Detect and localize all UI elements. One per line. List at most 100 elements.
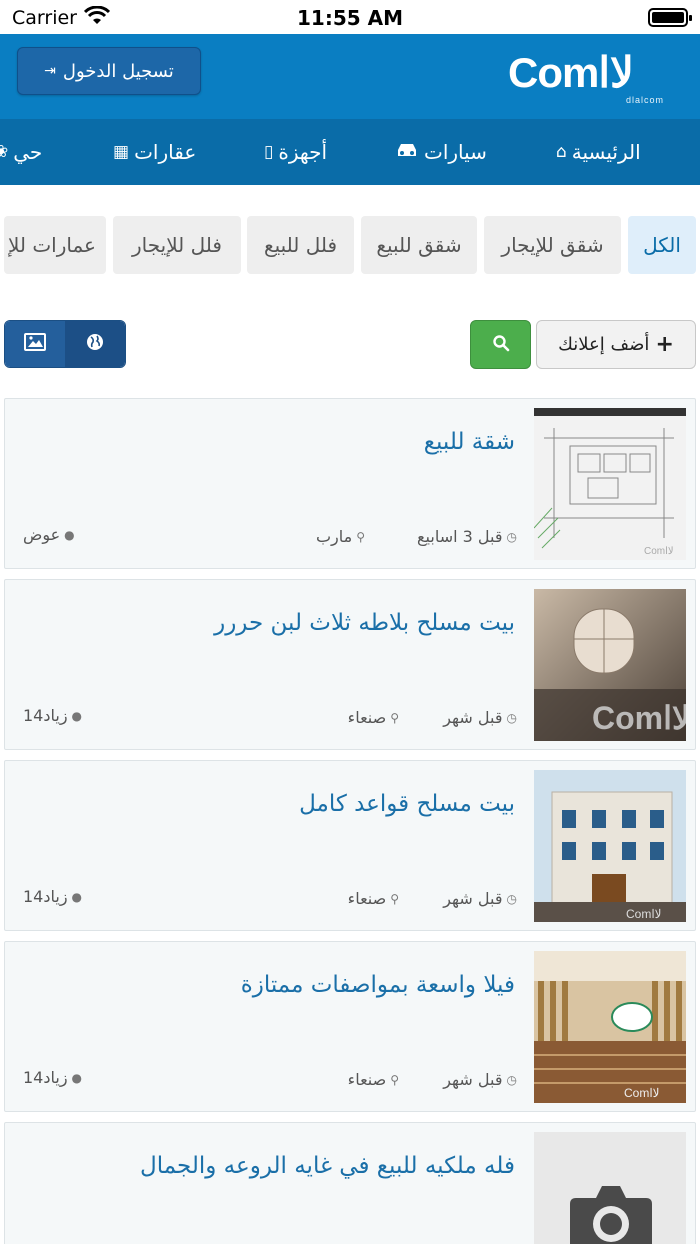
home-icon: ⌂ [556,142,567,162]
camera-icon [534,1132,686,1244]
listing-thumbnail[interactable]: Comلاا [534,408,686,560]
gallery-view-button[interactable] [5,321,65,367]
user-label: زياد14 [23,887,68,906]
listing-location: صنعاء ⚲ [348,1070,399,1089]
chip-label: فلل للبيع [263,233,338,257]
listing-user: زياد14 ● [23,1068,82,1087]
category-chip-villas-rent[interactable]: فلل للإيجار [113,216,241,274]
nav-item-label: أجهزة [278,140,328,164]
chip-label: فلل للإيجار [132,233,222,257]
map-marker-icon: ⚲ [356,529,365,544]
listing-title[interactable]: بيت مسلح قواعد كامل [299,791,515,817]
map-view-button[interactable] [65,321,125,367]
chip-label: عمارات للإ [7,233,96,257]
listing-time: قبل 3 اسابيع ◷ [417,527,517,546]
mobile-icon: ▯ [264,142,274,162]
listing-user: عوض ● [23,525,75,544]
category-chip-villas-sale[interactable]: فلل للبيع [247,216,354,274]
listing-location: صنعاء ⚲ [348,708,399,727]
logo-subtext: dlalcom [625,95,664,105]
nav-item-animals[interactable]: ❀ حي [0,119,42,185]
nav-item-label: الرئيسية [571,140,641,164]
listing-user: زياد14 ● [23,706,82,725]
image-icon [24,333,46,355]
chip-label: شقق للبيع [376,233,462,257]
add-listing-button[interactable]: أضف إعلانك + [536,320,696,369]
globe-icon [86,333,104,355]
listing-card[interactable]: Comلاا شقة للبيع قبل 3 اسابيع ◷ مارب ⚲ ع… [4,398,696,569]
paw-icon: ❀ [0,142,9,162]
time-label: قبل شهر [443,708,503,727]
clock-icon: ◷ [506,891,517,906]
login-button[interactable]: ⇥ تسجيل الدخول [17,47,201,95]
user-icon: ● [71,708,83,723]
clock-icon: ◷ [506,1072,517,1087]
listing-thumbnail[interactable]: Comلاا [534,589,686,741]
nav-item-label: عقارات [134,140,197,164]
user-label: زياد14 [23,1068,68,1087]
listing-time: قبل شهر ◷ [443,1070,517,1089]
add-listing-label: أضف إعلانك [558,334,650,355]
search-button[interactable] [470,320,531,369]
map-marker-icon: ⚲ [390,1072,399,1087]
listing-time: قبل شهر ◷ [443,889,517,908]
category-chip-apartments-sale[interactable]: شقق للبيع [361,216,477,274]
listing-card[interactable]: فله ملكيه للبيع في غايه الروعه والجمال [4,1122,696,1244]
listing-card[interactable]: Comلاا بيت مسلح بلاطه ثلاث لبن حررر قبل … [4,579,696,750]
location-label: صنعاء [347,1070,387,1089]
logo-text: Comلاا [508,49,635,96]
nav-item-label: حي [13,140,43,164]
location-label: صنعاء [347,708,387,727]
listing-card[interactable]: Comلاا فيلا واسعة بمواصفات ممتازة قبل شه… [4,941,696,1112]
nav-item-devices[interactable]: ▯ أجهزة [264,119,327,185]
listing-thumbnail[interactable]: Comلاا [534,770,686,922]
chip-label: الكل [643,233,681,257]
listing-location: مارب ⚲ [316,527,365,546]
search-icon [492,334,510,356]
chip-label: شقق للإيجار [501,233,604,257]
svg-text:Comلاا: Comلاا [624,1086,660,1100]
sign-in-icon: ⇥ [44,63,56,79]
listing-location: صنعاء ⚲ [348,889,399,908]
user-icon: ● [71,1070,83,1085]
clock-label: 11:55 AM [296,6,403,30]
listing-title[interactable]: شقة للبيع [424,429,515,455]
listing-time: قبل شهر ◷ [443,708,517,727]
user-icon: ● [71,889,83,904]
login-label: تسجيل الدخول [62,60,174,82]
location-label: صنعاء [347,889,387,908]
nav-item-realestate[interactable]: ▦ عقارات [113,119,196,185]
status-bar: Carrier 11:55 AM [0,0,700,34]
listing-user: زياد14 ● [23,887,82,906]
listing-card[interactable]: Comلاا بيت مسلح قواعد كامل قبل شهر ◷ صنع… [4,760,696,931]
user-icon: ● [64,527,75,542]
category-chip-all[interactable]: الكل [628,216,696,274]
time-label: قبل شهر [443,889,503,908]
listing-thumbnail[interactable] [534,1132,686,1244]
category-chip-buildings[interactable]: عمارات للإ [4,216,106,274]
svg-text:Comلاا: Comلاا [644,546,674,557]
time-label: قبل شهر [443,1070,503,1089]
listing-thumbnail[interactable]: Comلاا [534,951,686,1103]
user-label: زياد14 [23,706,68,725]
listing-title[interactable]: بيت مسلح بلاطه ثلاث لبن حررر [214,610,515,636]
map-marker-icon: ⚲ [390,710,399,725]
view-toggle [4,320,126,368]
car-icon [395,142,419,163]
location-label: مارب [315,527,353,546]
building-icon: ▦ [113,142,130,162]
map-marker-icon: ⚲ [390,891,399,906]
nav-item-cars[interactable]: سيارات [395,119,487,185]
category-chip-apartments-rent[interactable]: شقق للإيجار [484,216,621,274]
clock-icon: ◷ [506,710,517,725]
app-header: ⇥ تسجيل الدخول Comلاا dlalcom [0,34,700,119]
nav-item-home[interactable]: ⌂ الرئيسية [556,119,641,185]
listing-title[interactable]: فله ملكيه للبيع في غايه الروعه والجمال [140,1153,515,1179]
nav-item-label: سيارات [424,140,487,164]
clock-icon: ◷ [506,529,517,544]
svg-text:Comلاا: Comلاا [626,907,662,921]
logo[interactable]: Comلاا dlalcom [508,48,668,106]
user-label: عوض [23,525,61,544]
plus-icon: + [655,332,674,357]
listing-title[interactable]: فيلا واسعة بمواصفات ممتازة [241,972,515,998]
